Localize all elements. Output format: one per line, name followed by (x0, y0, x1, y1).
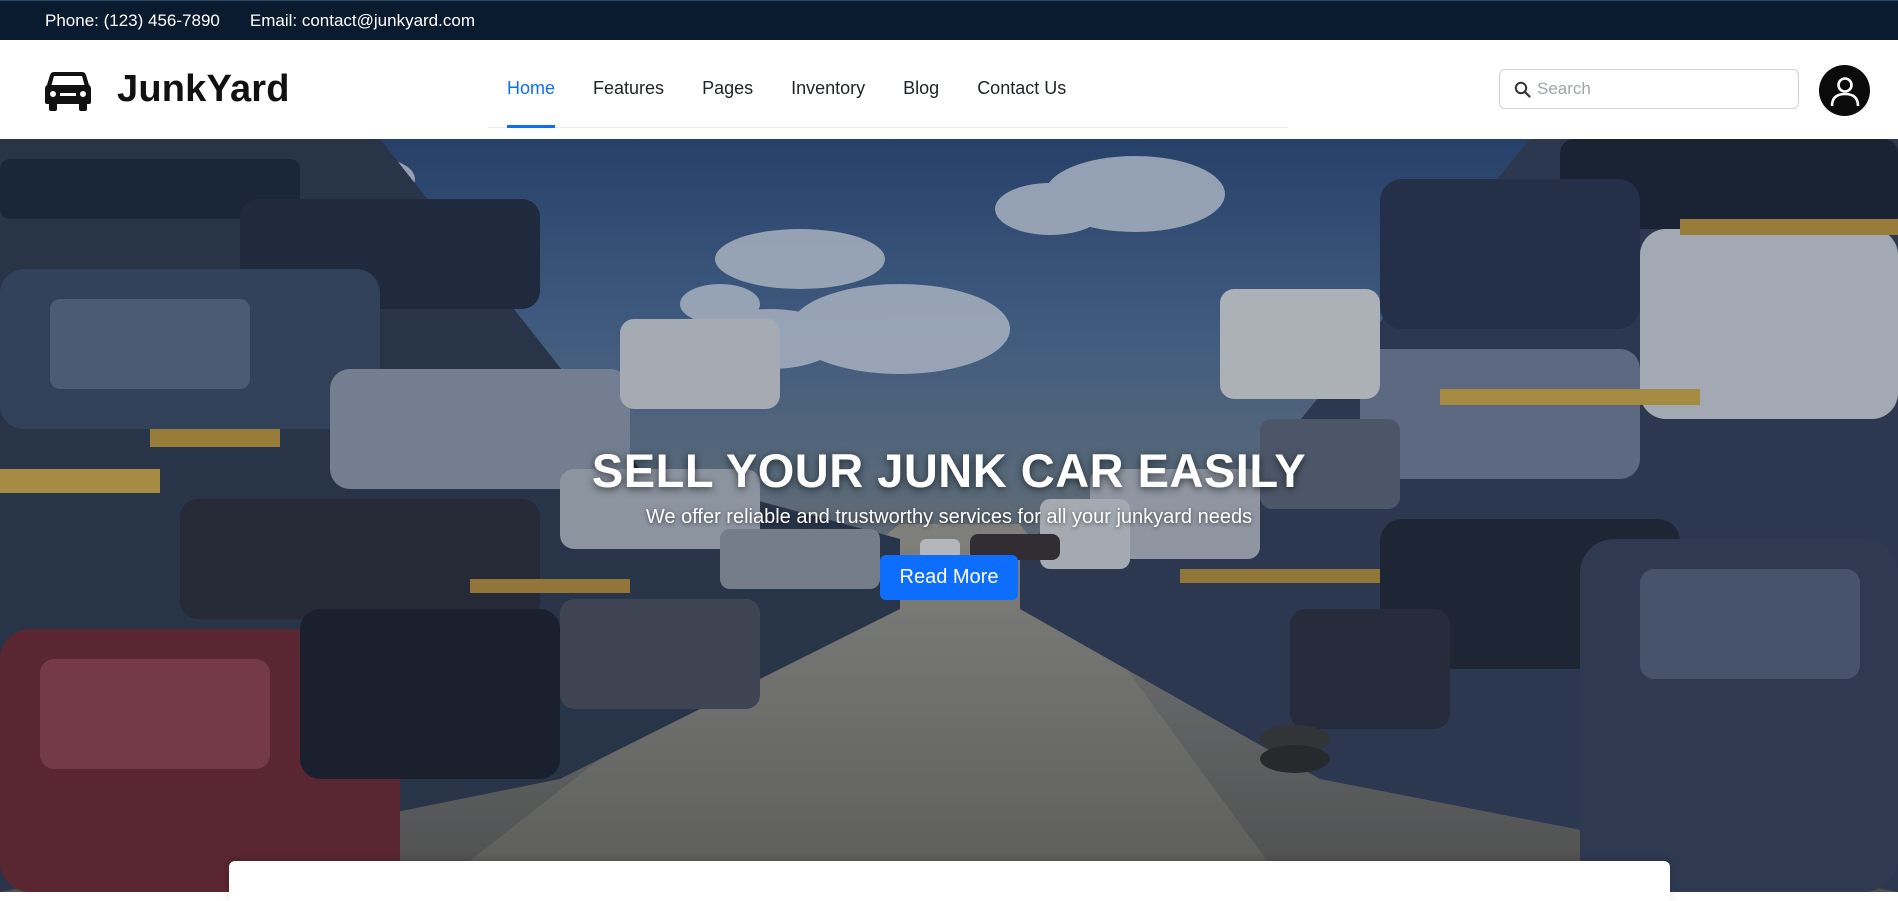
car-icon (45, 72, 91, 111)
hero-content: SELL YOUR JUNK CAR EASILY We offer relia… (0, 443, 1898, 600)
main-menu: Home Features Pages Inventory Blog Conta… (488, 40, 1288, 128)
phone-text: Phone: (123) 456-7890 (45, 10, 220, 30)
search-input[interactable] (1537, 79, 1787, 99)
contact-bar: Phone: (123) 456-7890 Email: contact@jun… (0, 0, 1898, 40)
overlap-card (229, 861, 1670, 901)
nav-item-inventory[interactable]: Inventory (791, 40, 865, 127)
nav-item-home[interactable]: Home (507, 40, 556, 128)
nav-item-features[interactable]: Features (593, 40, 664, 127)
nav-item-contact-us[interactable]: Contact Us (977, 40, 1066, 127)
user-icon (1830, 76, 1859, 106)
search-icon (1514, 81, 1531, 98)
hero-subtitle: We offer reliable and trustworthy servic… (645, 506, 1253, 528)
search-box[interactable] (1499, 69, 1799, 109)
nav-item-pages[interactable]: Pages (702, 40, 753, 127)
hero-banner: SELL YOUR JUNK CAR EASILY We offer relia… (0, 139, 1898, 892)
hero-title: SELL YOUR JUNK CAR EASILY (591, 444, 1307, 497)
read-more-button[interactable]: Read More (879, 555, 1019, 600)
email-text: Email: contact@junkyard.com (249, 10, 475, 30)
user-avatar-button[interactable] (1819, 65, 1870, 116)
nav-item-blog[interactable]: Blog (903, 40, 939, 127)
brand-logo[interactable]: JunkYard (44, 64, 290, 114)
brand-name: JunkYard (117, 67, 290, 110)
main-navbar: JunkYard Home Features Pages Inventory B… (0, 40, 1898, 139)
